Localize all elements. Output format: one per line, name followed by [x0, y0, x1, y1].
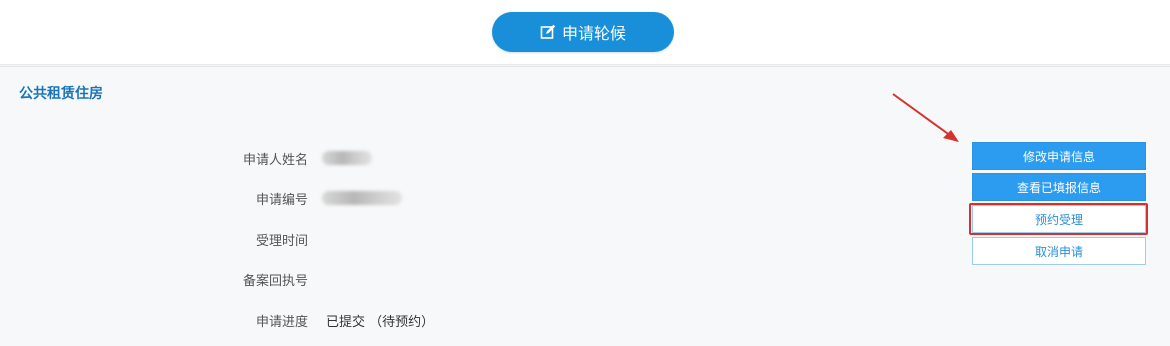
applicant-name-value-redacted	[322, 151, 372, 165]
modify-application-button[interactable]: 修改申请信息	[972, 142, 1146, 170]
cancel-application-button[interactable]: 取消申请	[972, 237, 1146, 265]
top-bar: 申请轮候	[0, 0, 1170, 65]
apply-queue-button[interactable]: 申请轮候	[492, 12, 674, 52]
applicant-name-label: 申请人姓名	[242, 153, 308, 168]
apply-queue-label: 申请轮候	[561, 24, 626, 43]
appointment-highlight-box	[969, 203, 1148, 235]
acceptance-time-label: 受理时间	[255, 234, 308, 249]
view-filled-info-button[interactable]: 查看已填报信息	[972, 173, 1146, 201]
application-number-label: 申请编号	[255, 193, 308, 208]
section-title: 公共租赁住房	[19, 86, 103, 102]
filing-receipt-label: 备案回执号	[242, 274, 308, 289]
application-number-value-redacted	[322, 191, 402, 205]
edit-icon	[540, 24, 556, 40]
application-progress-label: 申请进度	[255, 315, 308, 330]
red-arrow-icon	[892, 93, 959, 142]
application-progress-value: 已提交 （待预约）	[326, 315, 435, 330]
